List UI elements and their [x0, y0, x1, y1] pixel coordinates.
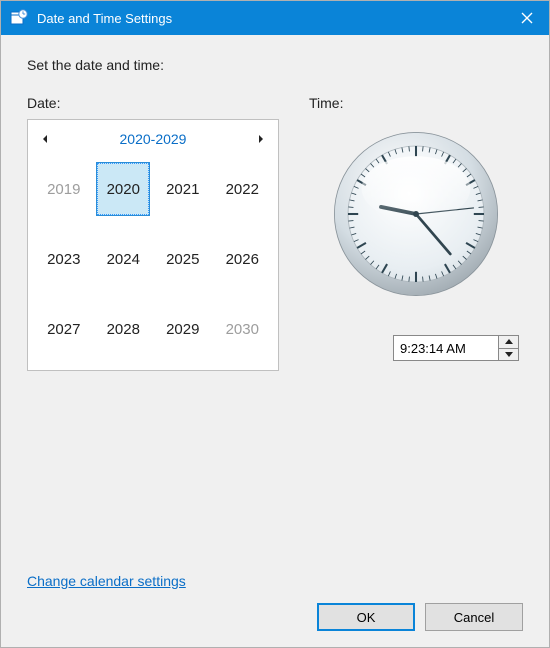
year-cell[interactable]: 2022 [216, 163, 268, 215]
close-icon [521, 12, 533, 24]
dialog-content: Set the date and time: Date: 2020-2029 2… [1, 35, 549, 647]
time-label: Time: [309, 95, 343, 111]
date-panel: Date: 2020-2029 2019202020212022 20232024… [27, 95, 279, 371]
close-button[interactable] [505, 1, 549, 35]
year-cell[interactable]: 2024 [97, 233, 149, 285]
year-cell[interactable]: 2020 [97, 163, 149, 215]
next-button[interactable] [254, 132, 268, 146]
chevron-down-icon [505, 352, 513, 357]
year-cell[interactable]: 2026 [216, 233, 268, 285]
change-calendar-settings-link[interactable]: Change calendar settings [27, 573, 186, 589]
prev-button[interactable] [38, 132, 52, 146]
analog-clock [331, 129, 501, 299]
panels: Date: 2020-2029 2019202020212022 20232024… [27, 95, 523, 371]
chevron-left-icon [41, 134, 49, 144]
year-cell[interactable]: 2025 [157, 233, 209, 285]
calendar-header: 2020-2029 [34, 124, 272, 154]
year-grid: 2019202020212022 2023202420252026 20272028… [34, 154, 272, 364]
year-cell[interactable]: 2027 [38, 303, 90, 355]
time-up-button[interactable] [499, 336, 518, 348]
dialog-buttons: OK Cancel [27, 595, 523, 631]
chevron-right-icon [257, 134, 265, 144]
calendar: 2020-2029 201920202021202220232024202520… [27, 119, 279, 371]
clock-box [321, 123, 511, 299]
time-input[interactable]: 9:23:14 AM [393, 335, 499, 361]
year-cell[interactable]: 2028 [97, 303, 149, 355]
decade-label[interactable]: 2020-2029 [120, 131, 187, 147]
year-cell[interactable]: 2019 [38, 163, 90, 215]
datetime-icon [9, 8, 29, 28]
year-cell[interactable]: 2030 [216, 303, 268, 355]
ok-button[interactable]: OK [317, 603, 415, 631]
year-cell[interactable]: 2029 [157, 303, 209, 355]
time-stepper: 9:23:14 AM [393, 335, 519, 361]
time-down-button[interactable] [499, 348, 518, 361]
time-panel: Time: [309, 95, 523, 371]
chevron-up-icon [505, 339, 513, 344]
cancel-button[interactable]: Cancel [425, 603, 523, 631]
date-label: Date: [27, 95, 279, 111]
titlebar: Date and Time Settings [1, 1, 549, 35]
year-cell[interactable]: 2021 [157, 163, 209, 215]
window-title: Date and Time Settings [37, 11, 172, 26]
time-spinner [499, 335, 519, 361]
instruction-text: Set the date and time: [27, 57, 523, 73]
year-cell[interactable]: 2023 [38, 233, 90, 285]
